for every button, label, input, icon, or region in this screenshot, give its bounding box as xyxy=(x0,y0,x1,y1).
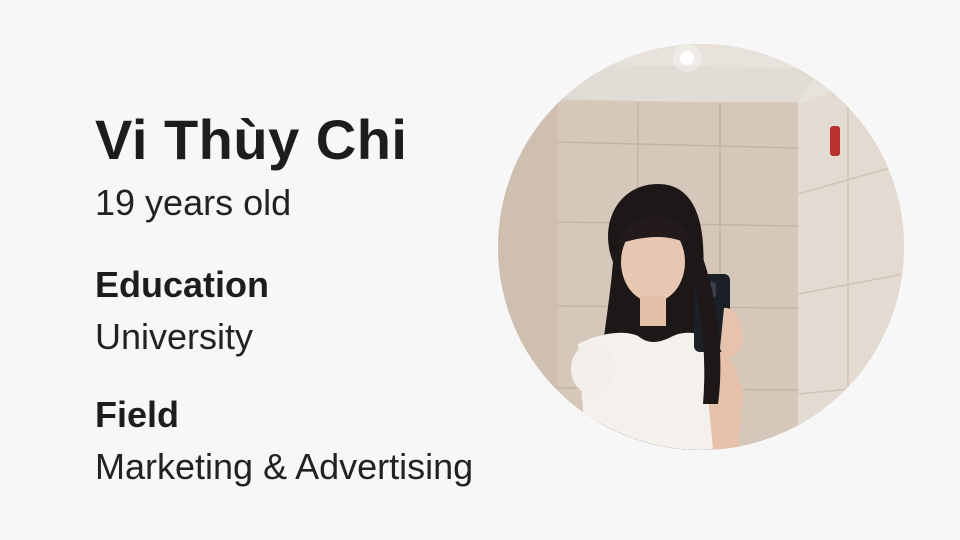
profile-name: Vi Thùy Chi xyxy=(95,108,408,171)
field-label: Field xyxy=(95,394,180,435)
education-label: Education xyxy=(95,264,270,305)
profile-photo-icon xyxy=(498,44,904,450)
profile-info: Vi Thùy Chi 19 years old Education Unive… xyxy=(95,104,495,490)
field-value: Marketing & Advertising xyxy=(95,446,474,487)
profile-age: 19 years old xyxy=(95,182,292,223)
education-value: University xyxy=(95,316,254,357)
profile-photo-avatar xyxy=(498,44,904,450)
profile-card: Vi Thùy Chi 19 years old Education Unive… xyxy=(0,0,960,540)
